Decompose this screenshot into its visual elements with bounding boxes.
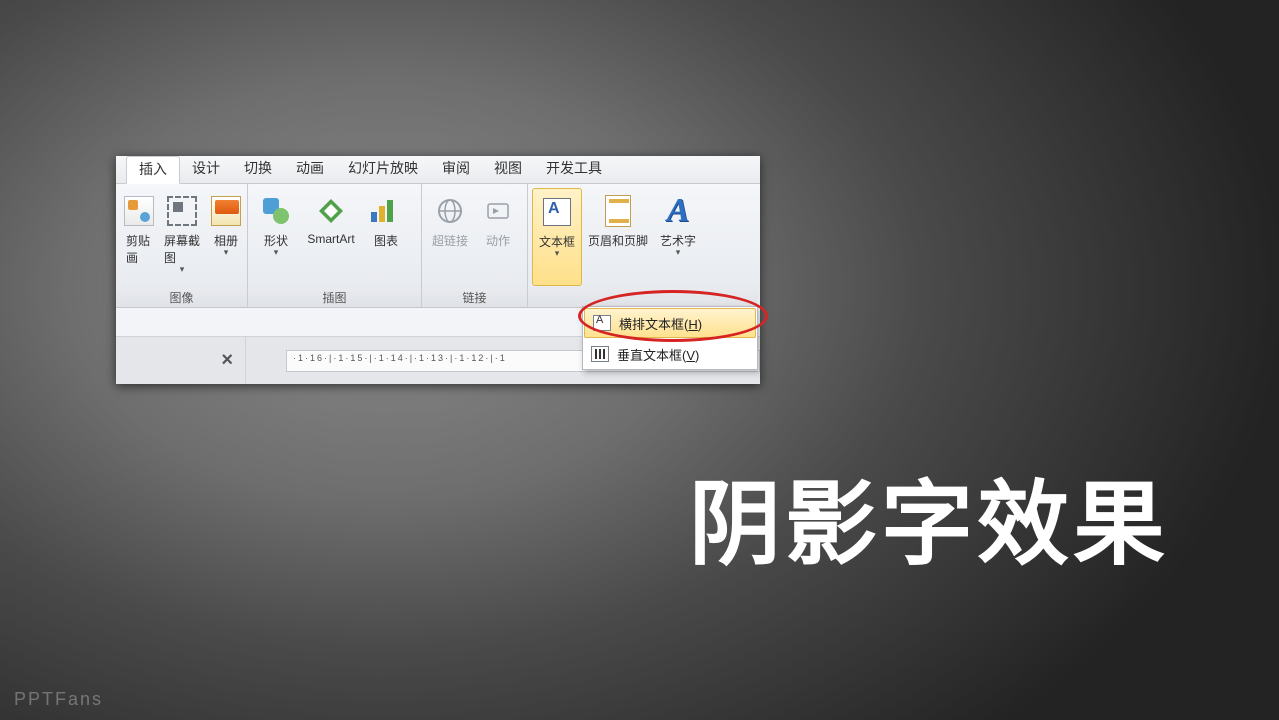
album-icon — [211, 196, 241, 226]
watermark: PPTFans — [14, 689, 103, 710]
tab-review[interactable]: 审阅 — [430, 156, 482, 183]
ruler-numbers: ·1·16·|·1·15·|·1·14·|·1·13·|·1·12·|·1 — [293, 353, 507, 363]
chart-button[interactable]: 图表 — [362, 188, 410, 286]
clipart-button[interactable]: 剪贴画 — [120, 188, 158, 286]
chevron-down-icon: ▾ — [676, 247, 681, 258]
chevron-down-icon: ▾ — [555, 248, 560, 259]
chevron-down-icon: ▾ — [180, 264, 185, 275]
hyperlink-icon — [433, 194, 467, 228]
smartart-button[interactable]: SmartArt — [300, 188, 362, 286]
wordart-button[interactable]: A 艺术字 ▾ — [654, 188, 702, 286]
tab-insert[interactable]: 插入 — [126, 156, 180, 184]
tab-transition[interactable]: 切换 — [232, 156, 284, 183]
smartart-icon — [314, 194, 348, 228]
hyperlink-label: 超链接 — [432, 232, 468, 249]
group-illustrations: 形状 ▾ SmartArt 图表 插图 — [248, 184, 422, 307]
wordart-icon: A — [667, 192, 690, 230]
clipart-icon — [124, 196, 154, 226]
action-label: 动作 — [486, 232, 510, 249]
hyperlink-button[interactable]: 超链接 — [426, 188, 474, 286]
slide-title: 阴影字效果 — [689, 450, 1169, 583]
group-links: 超链接 动作 链接 — [422, 184, 528, 307]
screenshot-icon — [167, 196, 197, 226]
action-button[interactable]: 动作 — [474, 188, 522, 286]
thumbnail-pane-close[interactable]: × — [116, 337, 246, 384]
smartart-label: SmartArt — [307, 232, 354, 246]
shapes-button[interactable]: 形状 ▾ — [252, 188, 300, 286]
group-images: 剪贴画 屏幕截图 ▾ 相册 ▾ 图像 — [116, 184, 248, 307]
tab-slideshow[interactable]: 幻灯片放映 — [336, 156, 430, 183]
headerfooter-label: 页眉和页脚 — [588, 232, 648, 249]
chart-icon — [371, 200, 401, 222]
dropdown-vertical-textbox[interactable]: 垂直文本框(V) — [583, 339, 757, 369]
screenshot-label: 屏幕截图 — [164, 232, 200, 266]
chevron-down-icon: ▾ — [224, 247, 229, 258]
album-button[interactable]: 相册 ▾ — [206, 188, 246, 286]
vertical-textbox-icon — [591, 346, 609, 362]
clipart-label: 剪贴画 — [126, 232, 152, 266]
screenshot-button[interactable]: 屏幕截图 ▾ — [158, 188, 206, 286]
chart-label: 图表 — [374, 232, 398, 249]
group-images-label: 图像 — [116, 287, 247, 307]
headerfooter-button[interactable]: 页眉和页脚 — [582, 188, 654, 286]
textbox-icon — [543, 198, 571, 226]
tab-view[interactable]: 视图 — [482, 156, 534, 183]
group-illustrations-label: 插图 — [248, 287, 421, 307]
tab-developer[interactable]: 开发工具 — [534, 156, 614, 183]
headerfooter-icon — [605, 195, 631, 227]
tab-design[interactable]: 设计 — [180, 156, 232, 183]
textbox-button[interactable]: 文本框 ▾ — [532, 188, 582, 286]
group-text: 文本框 ▾ 页眉和页脚 A 艺术字 ▾ — [528, 184, 758, 307]
action-icon — [481, 194, 515, 228]
group-links-label: 链接 — [422, 287, 527, 307]
ribbon-screenshot: 插入 设计 切换 动画 幻灯片放映 审阅 视图 开发工具 剪贴画 屏幕 — [116, 156, 760, 384]
annotation-ellipse — [578, 290, 768, 342]
ribbon-tabs: 插入 设计 切换 动画 幻灯片放映 审阅 视图 开发工具 — [116, 156, 760, 184]
slide-stage: 插入 设计 切换 动画 幻灯片放映 审阅 视图 开发工具 剪贴画 屏幕 — [0, 0, 1279, 720]
chevron-down-icon: ▾ — [274, 247, 279, 258]
shapes-icon — [261, 196, 291, 226]
tab-animation[interactable]: 动画 — [284, 156, 336, 183]
close-icon: × — [221, 349, 233, 372]
